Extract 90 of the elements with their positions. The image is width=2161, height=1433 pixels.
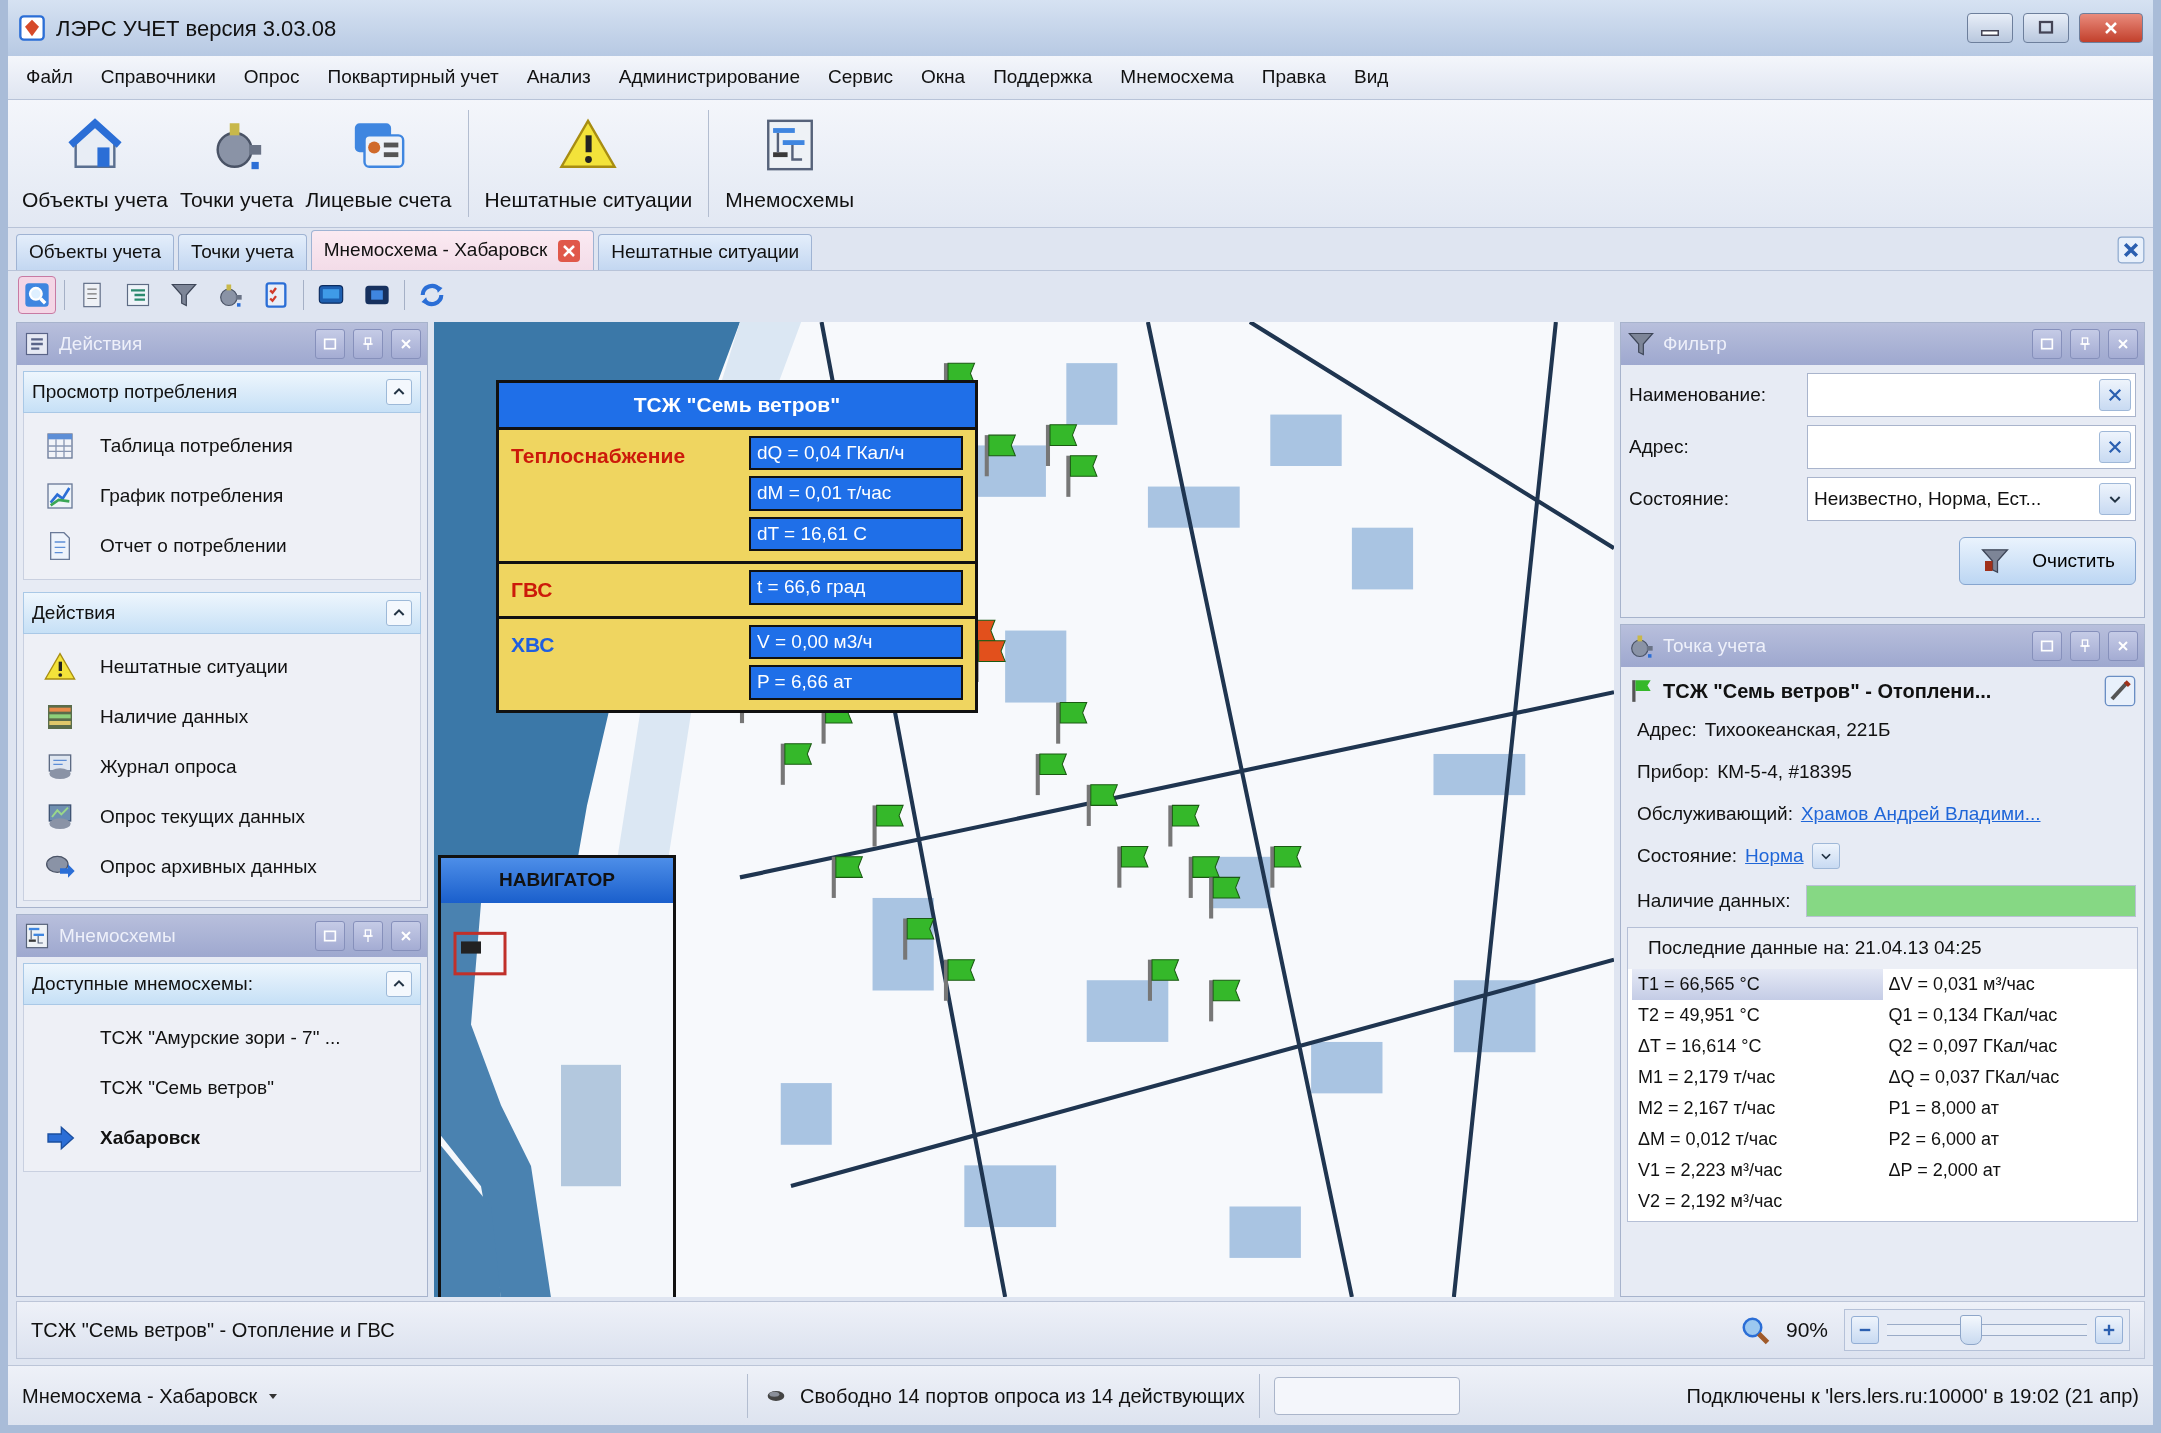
point-name: ТСЖ "Семь ветров" - Отоплени... (1663, 679, 1993, 704)
menu-item[interactable]: Мнемосхема (1120, 63, 1234, 92)
popup-title: ТСЖ "Семь ветров" (499, 383, 975, 430)
document-tab[interactable]: Объекты учета (16, 234, 175, 270)
document-tab[interactable]: Мнемосхема - Хабаровск (310, 230, 595, 270)
detail-link[interactable]: Храмов Андрей Владими... (1800, 799, 2041, 829)
action-item[interactable]: Отчет о потреблении (24, 521, 420, 571)
group-title: Действия (32, 600, 117, 625)
menu-item[interactable]: Справочники (100, 63, 216, 92)
detail-label: Обслуживающий: (1637, 801, 1793, 826)
window-title: ЛЭРС УЧЕТ версия 3.03.08 (56, 14, 338, 43)
value-field: V = 0,00 м3/ч (749, 624, 963, 659)
reading-item[interactable]: V2 = 2,192 м³/час (1632, 1185, 1883, 1217)
selected-object-caption: ТСЖ "Семь ветров" - Отопление и ГВС (31, 1318, 396, 1343)
reading-item[interactable]: V1 = 2,223 м³/час (1632, 1154, 1883, 1186)
menu-item[interactable]: Сервис (827, 63, 894, 92)
reading-item[interactable]: P2 = 6,000 ат (1882, 1123, 2133, 1155)
scheme-item[interactable]: Хабаровск (24, 1113, 420, 1163)
section-label: ХВС (511, 631, 555, 658)
menu-item[interactable]: Вид (1354, 63, 1389, 92)
navigator-title: НАВИГАТОР (441, 858, 673, 903)
reading-item[interactable]: ΔV = 0,031 м³/час (1882, 968, 2133, 1000)
reading-item[interactable]: Q2 = 0,097 ГКал/час (1882, 1030, 2133, 1062)
scheme-item[interactable]: ТСЖ "Амурские зори - 7" ... (24, 1013, 420, 1063)
action-item[interactable]: Опрос архивных данных (24, 842, 420, 892)
action-item[interactable]: Наличие данных (24, 692, 420, 742)
document-tab[interactable]: Точки учета (178, 234, 307, 270)
group-title: Доступные мнемосхемы: (32, 971, 254, 996)
action-item[interactable]: Нештатные ситуации (24, 642, 420, 692)
menu-item[interactable]: Поддержка (993, 63, 1093, 92)
detail-label: Наличие данных: (1637, 888, 1791, 913)
detail-label: Прибор: (1637, 759, 1710, 784)
reading-item[interactable]: M1 = 2,179 т/час (1632, 1061, 1883, 1093)
value-field: dM = 0,01 т/час (749, 476, 963, 511)
value-field: dQ = 0,04 ГКал/ч (749, 435, 963, 470)
action-item[interactable]: Журнал опроса (24, 742, 420, 792)
scheme-item[interactable]: ТСЖ "Семь ветров" (24, 1063, 420, 1113)
group-header[interactable]: Действия (23, 592, 421, 634)
port-status-text: Свободно 14 портов опроса из 14 действующих (800, 1383, 1245, 1409)
reading-item[interactable]: M2 = 2,167 т/час (1632, 1092, 1883, 1124)
window-menu[interactable]: Мнемосхема - Хабаровск (8, 1373, 748, 1418)
reading-item[interactable]: T1 = 66,565 °C (1632, 968, 1883, 1000)
dropdown-field[interactable]: Неизвестно, Норма, Ест... (1807, 477, 2136, 521)
reading-item[interactable]: ΔM = 0,012 т/час (1632, 1123, 1883, 1155)
panel-title: Мнемосхемы (59, 923, 177, 948)
clear-filter-button[interactable]: Очистить (1959, 537, 2136, 585)
value-field: P = 6,66 ат (749, 665, 963, 700)
action-item[interactable]: График потребления (24, 471, 420, 521)
action-item[interactable]: Опрос текущих данных (24, 792, 420, 842)
toolbar-button[interactable]: Мнемосхемы (719, 104, 861, 223)
menu-item[interactable]: Правка (1261, 63, 1326, 92)
toolbar-button[interactable]: Лицевые счета (299, 104, 458, 223)
action-item[interactable]: Таблица потребления (24, 421, 420, 471)
detail-link[interactable]: Норма (1745, 841, 1804, 871)
section-label: ГВС (511, 577, 553, 603)
panel-title: Точка учета (1663, 633, 1768, 658)
group-header[interactable]: Доступные мнемосхемы: (23, 963, 421, 1005)
detail-label: Состояние: (1637, 843, 1738, 868)
detail-label: Адрес: (1637, 717, 1697, 742)
reading-item[interactable]: ΔT = 16,614 °C (1632, 1030, 1883, 1062)
field-label: Состояние: (1629, 486, 1731, 511)
menu-item[interactable]: Окна (921, 63, 966, 92)
toolbar-button[interactable]: Точки учета (173, 104, 300, 223)
group-title: Просмотр потребления (32, 379, 239, 404)
menu-item[interactable]: Поквартирный учет (327, 63, 499, 92)
reading-item[interactable]: ΔQ = 0,037 ГКал/час (1882, 1061, 2133, 1093)
menu-item[interactable]: Опрос (243, 63, 300, 92)
reading-item[interactable]: ΔP = 2,000 ат (1882, 1154, 2133, 1186)
value-field: dT = 16,61 С (749, 516, 963, 551)
field-label: Наименование: (1629, 382, 1767, 407)
reading-item[interactable]: Q1 = 0,134 ГКал/час (1882, 999, 2133, 1031)
field-label: Адрес: (1629, 434, 1690, 459)
last-data-caption: Последние данные на: 21.04.13 04:25 (1628, 928, 2137, 969)
value-field: t = 66,6 град (749, 570, 963, 605)
menu-item[interactable]: Администрирование (618, 63, 800, 92)
document-tab[interactable]: Нештатные ситуации (598, 234, 813, 270)
connection-status-text: Подключены к 'lers.lers.ru:10000' в 19:02 (21 апр) (1686, 1383, 2139, 1409)
group-header[interactable]: Просмотр потребления (23, 371, 421, 413)
reading-item[interactable]: T2 = 49,951 °C (1632, 999, 1883, 1031)
menu-item[interactable]: Файл (26, 63, 73, 92)
panel-title: Фильтр (1663, 331, 1728, 356)
detail-value: Тихоокеанская, 221Б (1704, 717, 1891, 742)
detail-value: КМ-5-4, #18395 (1717, 759, 1852, 784)
toolbar-button[interactable]: Нештатные ситуации (478, 104, 699, 223)
panel-title: Действия (59, 331, 144, 356)
toolbar-button[interactable]: Объекты учета (16, 104, 174, 223)
menu-item[interactable]: Анализ (526, 63, 591, 92)
reading-item[interactable]: P1 = 8,000 ат (1882, 1092, 2133, 1124)
section-label: Теплоснабжение (511, 442, 686, 469)
zoom-reading: 90% (1785, 1317, 1828, 1344)
